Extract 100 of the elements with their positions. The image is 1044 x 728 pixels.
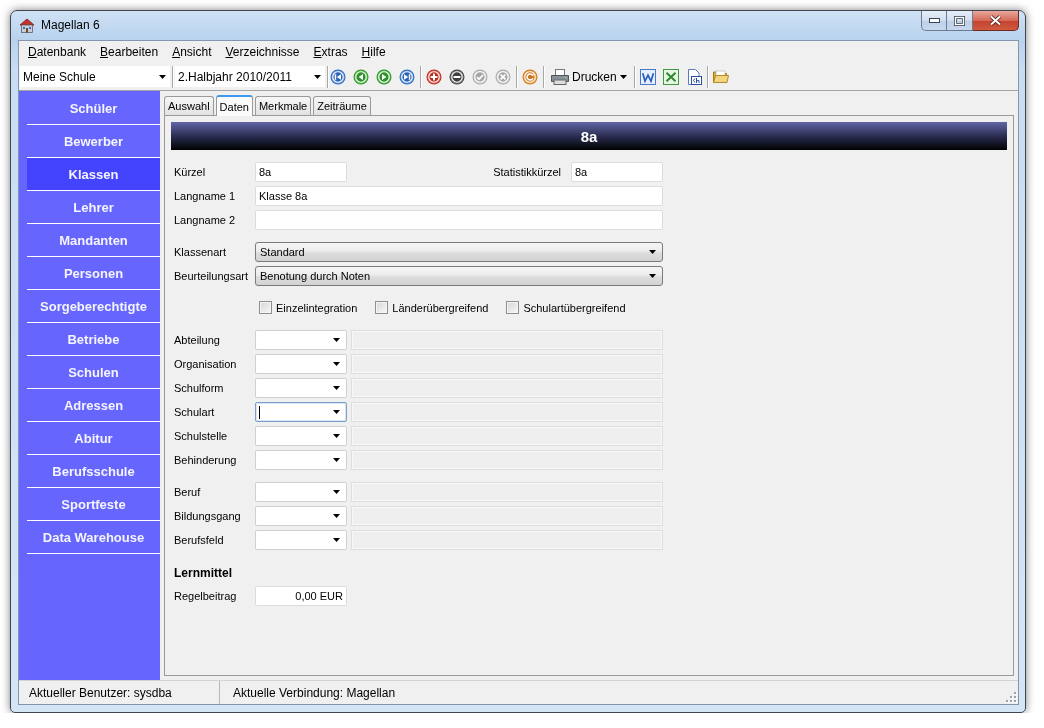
nav-item[interactable]: Data Warehouse <box>27 521 160 554</box>
caret-icon <box>649 274 656 278</box>
dropdown-field[interactable] <box>255 482 347 502</box>
field-label: Behinderung <box>174 454 238 466</box>
nav-item[interactable]: Adressen <box>27 389 160 422</box>
section-heading: Lernmittel <box>174 566 232 580</box>
caret-icon <box>314 74 321 79</box>
plus-icon[interactable] <box>426 68 442 85</box>
dropdown-field[interactable] <box>255 330 347 350</box>
field-label: Abteilung <box>174 334 221 346</box>
field-label: Beurteilungsart <box>174 270 249 282</box>
resize-grip-icon[interactable] <box>1005 691 1017 703</box>
folder-icon[interactable] <box>712 68 729 85</box>
menu-item[interactable]: Ansicht <box>165 44 219 60</box>
window-title: Magellan 6 <box>41 18 100 33</box>
nav-item[interactable]: Schulen <box>27 356 160 389</box>
field-label: Langname 2 <box>174 214 237 226</box>
caret-icon <box>333 410 340 414</box>
text-field[interactable]: 8a <box>255 162 347 182</box>
text-field[interactable] <box>255 210 663 230</box>
printer-icon <box>551 68 569 85</box>
nav-item[interactable]: Sorgeberechtigte <box>27 290 160 323</box>
minimize-icon <box>928 18 940 23</box>
skip-start-icon[interactable] <box>330 68 346 85</box>
text-cursor <box>259 405 260 419</box>
caret-icon <box>333 514 340 518</box>
caret-icon <box>649 250 656 254</box>
dropdown[interactable]: Benotung durch Noten <box>255 266 663 286</box>
minus-icon[interactable] <box>449 68 465 85</box>
field-label: Berufsfeld <box>174 534 225 546</box>
maximize-button[interactable] <box>947 11 973 31</box>
field-label: Schulstelle <box>174 430 229 442</box>
menu-item[interactable]: Extras <box>306 44 355 60</box>
caret-icon <box>333 458 340 462</box>
title-banner: 8a <box>171 122 1007 150</box>
close-icon <box>989 15 1002 26</box>
caret-icon <box>619 74 627 79</box>
tab[interactable]: Daten <box>215 95 253 116</box>
nav-item[interactable]: Lehrer <box>27 191 160 224</box>
menu-item[interactable]: Datenbank <box>21 44 94 60</box>
document-tile-icon[interactable] <box>639 68 656 85</box>
caret-icon <box>333 338 340 342</box>
tab[interactable]: Zeiträume <box>313 96 371 115</box>
print-button[interactable]: Drucken <box>549 68 629 85</box>
caret-icon <box>333 362 340 366</box>
tab[interactable]: Merkmale <box>254 96 312 115</box>
field-label: Klassenart <box>174 246 227 258</box>
cross-tile-icon[interactable] <box>662 68 679 85</box>
field-label: Regelbeitrag <box>174 590 238 602</box>
checkbox-label[interactable]: Länderübergreifend <box>392 301 489 314</box>
menu-item[interactable]: Hilfe <box>354 44 393 60</box>
dropdown-field[interactable] <box>255 506 347 526</box>
caret-icon <box>333 538 340 542</box>
dropdown-field[interactable] <box>255 378 347 398</box>
skip-end-icon[interactable] <box>399 68 415 85</box>
code-document-icon[interactable] <box>685 68 702 85</box>
nav-item[interactable]: Betriebe <box>27 323 160 356</box>
nav-item[interactable]: Sportfeste <box>27 488 160 521</box>
field-label: Kürzel <box>174 166 207 178</box>
field-label: Schulart <box>174 406 216 418</box>
dropdown[interactable]: Meine Schule <box>20 66 170 87</box>
nav-item[interactable]: Mandanten <box>27 224 160 257</box>
menu-item[interactable]: Verzeichnisse <box>218 44 307 60</box>
arrow-right-icon[interactable] <box>376 68 392 85</box>
nav-item[interactable]: Abitur <box>27 422 160 455</box>
refresh-icon[interactable] <box>522 68 538 85</box>
dropdown-field[interactable] <box>255 450 347 470</box>
dropdown[interactable]: Standard <box>255 242 663 262</box>
checkbox-label[interactable]: Schulartübergreifend <box>523 301 626 314</box>
nav-item[interactable]: Schüler <box>27 92 160 125</box>
caret-icon <box>333 386 340 390</box>
dropdown-field[interactable] <box>255 426 347 446</box>
checkbox[interactable] <box>506 301 520 314</box>
field-label: Schulform <box>174 382 225 394</box>
minimize-button[interactable] <box>921 11 947 31</box>
checkbox[interactable] <box>375 301 389 314</box>
arrow-left-icon[interactable] <box>353 68 369 85</box>
checkbox-label[interactable]: Einzelintegration <box>276 301 358 314</box>
text-field[interactable]: 0,00 EUR <box>255 586 347 606</box>
dropdown[interactable]: 2.Halbjahr 2010/2011 <box>175 66 325 87</box>
dropdown-field[interactable] <box>255 354 347 374</box>
dropdown-field[interactable] <box>255 402 347 422</box>
dropdown-field[interactable] <box>255 530 347 550</box>
nav-item[interactable]: Klassen <box>27 158 160 191</box>
field-label: Beruf <box>174 486 202 498</box>
text-field[interactable]: 8a <box>571 162 663 182</box>
tab[interactable]: Auswahl <box>164 96 214 115</box>
text-field[interactable]: Klasse 8a <box>255 186 663 206</box>
caret-icon <box>159 74 166 79</box>
menu-item[interactable]: Bearbeiten <box>93 44 166 60</box>
caret-icon <box>333 434 340 438</box>
field-label: Statistikkürzel <box>493 166 561 178</box>
field-label: Organisation <box>174 358 238 370</box>
nav-item[interactable]: Berufsschule <box>27 455 160 488</box>
caret-icon <box>333 490 340 494</box>
nav-item[interactable]: Personen <box>27 257 160 290</box>
house-icon <box>19 18 35 33</box>
close-button[interactable] <box>973 11 1019 31</box>
status-text: Aktueller Benutzer: sysdba <box>29 685 172 700</box>
checkbox[interactable] <box>259 301 272 314</box>
